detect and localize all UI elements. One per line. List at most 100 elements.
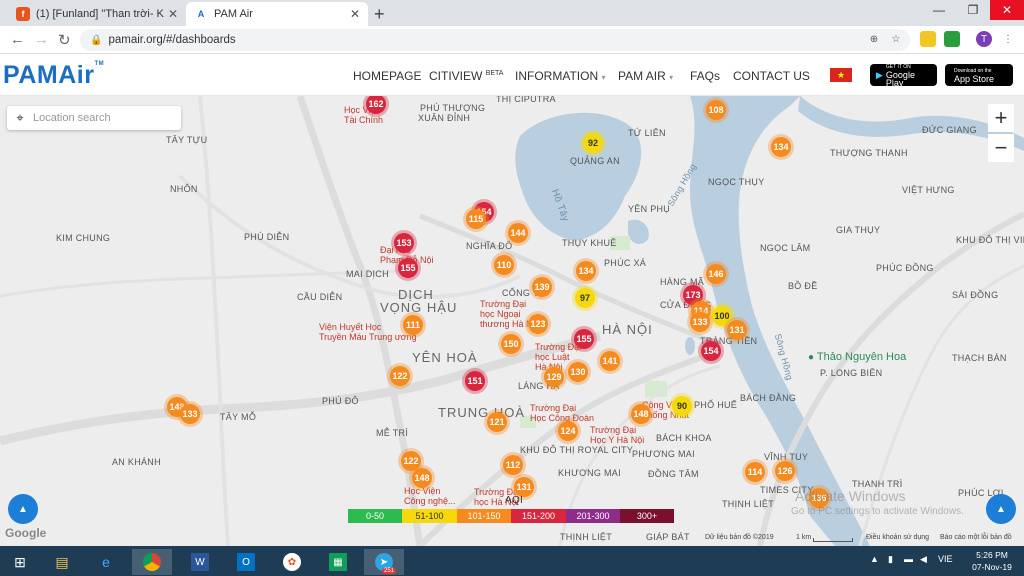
nav-pam-air[interactable]: PAM AIR ▾	[618, 69, 673, 83]
map-poi[interactable]: Học Viện Công nghệ...	[404, 486, 456, 506]
url-input[interactable]: 🔒 pamair.org/#/dashboards	[80, 29, 910, 51]
back-arrow-icon[interactable]: ←	[10, 31, 25, 48]
aqi-marker[interactable]: 110	[491, 252, 517, 278]
district-label: QUẢNG AN	[570, 156, 620, 166]
aqi-marker[interactable]: 97	[572, 285, 598, 311]
aqi-marker[interactable]: 148	[628, 401, 654, 427]
aqi-marker[interactable]: 122	[387, 363, 413, 389]
new-tab-button[interactable]: +	[374, 4, 385, 25]
aqi-marker[interactable]: 92	[580, 130, 606, 156]
report-error-link[interactable]: Báo cáo một lỗi bản đồ	[940, 534, 1012, 541]
network-icon[interactable]: ▮	[888, 554, 893, 565]
scroll-up-button-right[interactable]: ▲	[986, 494, 1016, 524]
close-icon[interactable]: ✕	[168, 7, 178, 21]
aqi-marker[interactable]: 131	[724, 317, 750, 343]
internet-explorer-icon[interactable]: e	[86, 549, 126, 575]
aqi-marker[interactable]: 139	[529, 274, 555, 300]
aqi-marker[interactable]: 121	[484, 409, 510, 435]
app-icon[interactable]: ✿	[272, 549, 312, 575]
nav-information[interactable]: INFORMATION ▾	[515, 69, 605, 83]
forward-arrow-icon[interactable]: →	[34, 31, 49, 48]
aqi-marker[interactable]: 153	[391, 230, 417, 256]
reload-icon[interactable]: ↻	[58, 31, 71, 49]
aqi-marker[interactable]: 148	[409, 465, 435, 491]
aqi-marker[interactable]: 134	[768, 134, 794, 160]
language-indicator[interactable]: VIE	[938, 554, 953, 564]
aqi-marker[interactable]: 130	[565, 359, 591, 385]
windows-start-icon[interactable]: ⊞	[0, 549, 40, 575]
aqi-marker[interactable]: 124	[555, 418, 581, 444]
district-label: PHÚC ĐỒNG	[876, 263, 934, 273]
close-window-icon[interactable]: ✕	[990, 0, 1024, 20]
aqi-marker[interactable]: 141	[597, 348, 623, 374]
translate-icon[interactable]: ⊕	[866, 31, 882, 47]
nav-citiview[interactable]: CITIVIEW BETA	[429, 69, 503, 83]
volume-icon[interactable]: ◀	[920, 554, 927, 565]
aqi-marker[interactable]: 129	[541, 364, 567, 390]
menu-dots-icon[interactable]: ⋮	[1000, 31, 1016, 47]
aqi-marker[interactable]: 90	[669, 393, 695, 419]
district-label: BÁCH KHOA	[656, 433, 712, 443]
zoom-out-button[interactable]: −	[988, 134, 1014, 162]
app-store-button[interactable]: Download on the App Store	[945, 64, 1013, 86]
tab-pam-air[interactable]: A PAM Air ✕	[186, 2, 368, 26]
aqi-marker[interactable]: 144	[505, 220, 531, 246]
scroll-up-button[interactable]: ▲	[8, 494, 38, 524]
aqi-marker[interactable]: 126	[772, 458, 798, 484]
tab-funland[interactable]: f (1) [Funland] "Than trời- Kêu đấ ✕	[8, 2, 186, 26]
google-play-button[interactable]: ▶ GET IT ON Google Play	[870, 64, 937, 88]
star-icon[interactable]: ☆	[888, 31, 904, 47]
telegram-icon[interactable]: ➤ 251	[364, 549, 404, 575]
aqi-marker[interactable]: 150	[498, 331, 524, 357]
map-poi[interactable]: Trường Đại Học Y Hà Nội	[590, 425, 644, 445]
aqi-marker[interactable]: 155	[395, 255, 421, 281]
profile-avatar[interactable]: T	[976, 31, 992, 47]
location-search-input[interactable]: ⌖ Location search	[7, 106, 181, 130]
aqi-map[interactable]: TÂY TỰU PHÚ THƯỢNG XUÂN ĐỈNH PHÚ DIỄN KIM CH…	[0, 96, 1024, 546]
map-poi-green[interactable]: ● Thảo Nguyên Hoa	[808, 352, 906, 363]
aqi-value: 123	[528, 314, 548, 334]
outlook-icon[interactable]: O	[226, 549, 266, 575]
file-explorer-icon[interactable]: ▤	[42, 549, 82, 575]
store-icon[interactable]: ▦	[318, 549, 358, 575]
legend-151-200: 151-200	[511, 509, 566, 523]
district-label: KHU ĐÔ THỊ ROYAL CITY	[520, 445, 634, 455]
chrome-icon[interactable]	[132, 549, 172, 575]
aqi-label: AQI	[505, 495, 524, 506]
minimize-icon[interactable]: —	[922, 0, 956, 20]
vietnam-flag-icon[interactable]: ★	[830, 68, 852, 82]
system-clock[interactable]: 5:26 PM 07-Nov-19	[962, 549, 1022, 573]
tray-arrow-icon[interactable]: ▲	[870, 554, 879, 564]
aqi-marker[interactable]: 111	[400, 312, 426, 338]
target-location-icon[interactable]: ⌖	[7, 110, 33, 126]
nav-homepage[interactable]: HOMEPAGE	[353, 69, 421, 83]
aqi-marker[interactable]: 134	[573, 258, 599, 284]
aqi-value: 148	[631, 404, 651, 424]
aqi-value: 97	[575, 288, 595, 308]
close-icon[interactable]: ✕	[350, 7, 360, 21]
aqi-marker[interactable]: 114	[742, 459, 768, 485]
zoom-in-button[interactable]: +	[988, 104, 1014, 132]
word-icon[interactable]: W	[180, 549, 220, 575]
pam-air-logo[interactable]: PAMAirTM	[3, 61, 104, 90]
battery-icon[interactable]: ▬	[904, 554, 913, 564]
nav-faqs[interactable]: FAQs	[690, 69, 720, 83]
aqi-marker[interactable]: 123	[525, 311, 551, 337]
nav-contact-us[interactable]: CONTACT US	[733, 69, 810, 83]
aqi-marker[interactable]: 133	[687, 309, 713, 335]
aqi-value: 154	[701, 341, 721, 361]
aqi-value: 110	[494, 255, 514, 275]
aqi-value: 146	[706, 264, 726, 284]
extension-icon[interactable]	[920, 31, 936, 47]
aqi-marker[interactable]: 133	[177, 401, 203, 427]
aqi-marker[interactable]: 108	[703, 97, 729, 123]
aqi-marker[interactable]: 146	[703, 261, 729, 287]
restore-icon[interactable]: ❐	[956, 0, 990, 20]
aqi-marker[interactable]: 154	[698, 338, 724, 364]
aqi-marker[interactable]: 151	[462, 368, 488, 394]
terms-link[interactable]: Điều khoản sử dụng	[866, 534, 929, 541]
aqi-value: 155	[398, 258, 418, 278]
aqi-marker[interactable]: 155	[571, 326, 597, 352]
extension-icon[interactable]	[944, 31, 960, 47]
aqi-marker[interactable]: 115	[463, 206, 489, 232]
